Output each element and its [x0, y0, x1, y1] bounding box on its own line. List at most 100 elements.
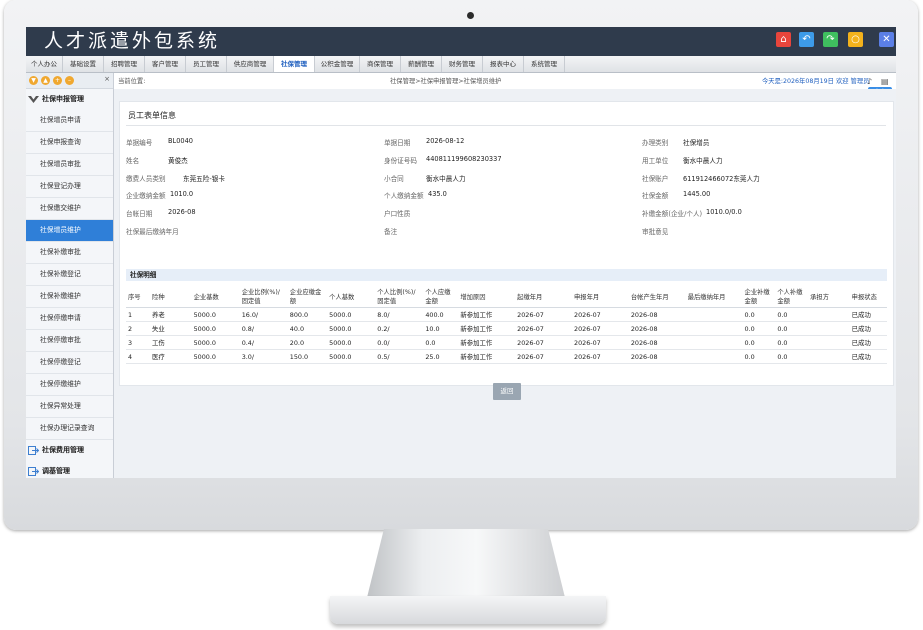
expand-icon[interactable]: ▲: [41, 76, 50, 85]
monitor-base: [330, 596, 606, 624]
sidebar-close-icon[interactable]: ×: [104, 75, 110, 83]
field-label: 单据编号: [126, 139, 153, 147]
forward-icon[interactable]: ↷: [823, 32, 838, 47]
collapse-icon[interactable]: ▼: [29, 76, 38, 85]
table-row[interactable]: 1 养老 5000.0 16.0/ 800.0 5000.0 8.0/ 400.…: [126, 307, 887, 322]
tab-employees[interactable]: 员工管理: [186, 56, 227, 72]
tab-reports[interactable]: 报表中心: [483, 56, 524, 72]
column-header: 序号: [126, 285, 151, 308]
app-screen: 人才派遣外包系统 ⌂ ↶ ↷ ○ ✕ 个人办公 基础设置 招聘管理 客户管理 员…: [26, 27, 896, 478]
field-value: 440811199608230337: [426, 155, 502, 163]
table-cell: 5000.0: [191, 321, 240, 336]
table-header-row: 序号 险种 企业基数 企业比例(%)/固定值 企业应缴金额 个人基数 个人比例(…: [126, 285, 887, 308]
column-header: 个人补缴金额: [775, 285, 809, 308]
tab-basic-settings[interactable]: 基础设置: [63, 56, 104, 72]
sidebar-group-fees[interactable]: 社保费用管理: [26, 440, 113, 461]
sidebar-item-increase-maintain[interactable]: 社保增员维护: [26, 220, 113, 242]
table-cell: 10.0: [423, 321, 459, 336]
table-cell: 5000.0: [327, 349, 376, 364]
column-header: 台帐产生年月: [628, 285, 686, 308]
bell-icon[interactable]: ♪: [867, 75, 872, 88]
return-button[interactable]: 返回: [493, 383, 521, 400]
field-value: BL0040: [168, 137, 193, 145]
sidebar-item-exception[interactable]: 社保异常处理: [26, 396, 113, 418]
table-cell: 新参加工作: [458, 321, 516, 336]
table-cell: 2026-07: [572, 349, 629, 364]
sidebar-toolbar: ▼ ▲ + – ×: [26, 73, 113, 89]
table-cell: 3: [126, 335, 151, 350]
sidebar-item-stop-maintain[interactable]: 社保停缴维护: [26, 374, 113, 396]
table-cell: 0.0: [742, 321, 776, 336]
print-icon[interactable]: ▤: [881, 75, 889, 88]
breadcrumb-path: 社保管理>社保申报管理>社保增员维护: [390, 78, 502, 85]
tab-commercial-insurance[interactable]: 商保管理: [360, 56, 401, 72]
sidebar-item-registration[interactable]: 社保登记办理: [26, 176, 113, 198]
sidebar-item-backpay-approve[interactable]: 社保补缴审批: [26, 242, 113, 264]
tab-personal[interactable]: 个人办公: [26, 56, 63, 72]
tab-social-security[interactable]: 社保管理: [274, 56, 315, 72]
table-cell: 新参加工作: [458, 335, 516, 350]
tab-recruitment[interactable]: 招聘管理: [104, 56, 145, 72]
table-cell: [685, 335, 743, 350]
date-welcome: 今天是:2026年08月19日 欢迎 管理员: [762, 78, 870, 85]
table-row[interactable]: 4 医疗 5000.0 3.0/ 150.0 5000.0 0.5/ 25.0 …: [126, 349, 887, 364]
sidebar-item-increase-apply[interactable]: 社保增员申请: [26, 110, 113, 132]
table-row[interactable]: 3 工伤 5000.0 0.4/ 20.0 5000.0 0.0/ 0.0 新参…: [126, 335, 887, 350]
tab-suppliers[interactable]: 供应商管理: [227, 56, 274, 72]
field-label: 审批意见: [642, 228, 669, 236]
table-cell: [808, 307, 850, 322]
table-cell: 0.0: [742, 349, 776, 364]
sidebar-item-backpay-maintain[interactable]: 社保补缴维护: [26, 286, 113, 308]
sidebar-item-payment-maintain[interactable]: 社保缴交维护: [26, 198, 113, 220]
sidebar-group-base-adjust[interactable]: 调基管理: [26, 461, 113, 478]
column-header: 个人应缴金额: [423, 285, 459, 308]
table-cell: 医疗: [150, 349, 192, 364]
sidebar-group-label: 社保申报管理: [42, 95, 84, 103]
table-row[interactable]: 2 失业 5000.0 0.8/ 40.0 5000.0 0.2/ 10.0 新…: [126, 321, 887, 336]
field-label: 台帐日期: [126, 210, 153, 218]
field-label: 户口性质: [384, 210, 411, 218]
sidebar-item-declaration-query[interactable]: 社保申报查询: [26, 132, 113, 154]
field-value: 2026-08-12: [426, 137, 465, 145]
field-value: 1445.00: [683, 190, 711, 198]
tab-finance[interactable]: 财务管理: [442, 56, 483, 72]
field-label: 用工单位: [642, 157, 669, 165]
minus-icon[interactable]: –: [65, 76, 74, 85]
column-header: 最后缴纳年月: [685, 285, 743, 308]
home-icon[interactable]: ⌂: [776, 32, 791, 47]
back-icon[interactable]: ↶: [799, 32, 814, 47]
tab-system[interactable]: 系统管理: [524, 56, 565, 72]
plus-icon[interactable]: +: [53, 76, 62, 85]
table-cell: 0.5/: [375, 349, 424, 364]
sidebar-item-stop-approve[interactable]: 社保停缴审批: [26, 330, 113, 352]
sidebar-item-stop-apply[interactable]: 社保停缴申请: [26, 308, 113, 330]
divider: [126, 125, 886, 126]
table-cell: [685, 321, 743, 336]
close-icon[interactable]: ✕: [879, 32, 894, 47]
column-header: 险种: [150, 285, 192, 308]
table-cell: 2026-08: [628, 335, 686, 350]
sidebar-group-declaration[interactable]: 社保申报管理: [26, 89, 113, 110]
field-value: 黄俊杰: [168, 157, 188, 165]
detail-section-title: 社保明细: [126, 269, 887, 281]
table-cell: 2026-07: [572, 335, 629, 350]
field-label: 姓名: [126, 157, 140, 165]
table-cell: 5000.0: [327, 321, 376, 336]
tab-housing-fund[interactable]: 公积金管理: [315, 56, 360, 72]
sidebar-item-stop-register[interactable]: 社保停缴登记: [26, 352, 113, 374]
tab-customers[interactable]: 客户管理: [145, 56, 186, 72]
table-cell: 0.4/: [239, 335, 288, 350]
breadcrumb-label: 当前位置:: [118, 78, 146, 85]
field-label: 备注: [384, 228, 398, 236]
sidebar-item-backpay-register[interactable]: 社保补缴登记: [26, 264, 113, 286]
table-cell: 0.2/: [375, 321, 424, 336]
sidebar-item-records-query[interactable]: 社保办理记录查询: [26, 418, 113, 440]
sidebar-item-increase-approve[interactable]: 社保增员审批: [26, 154, 113, 176]
detail-table: 序号 险种 企业基数 企业比例(%)/固定值 企业应缴金额 个人基数 个人比例(…: [126, 285, 887, 364]
table-cell: [808, 349, 850, 364]
tab-payroll[interactable]: 薪酬管理: [401, 56, 442, 72]
field-value: 2026-08: [168, 208, 196, 216]
table-cell: 2026-07: [515, 307, 572, 322]
table-cell: 2: [126, 321, 151, 336]
lightbulb-icon[interactable]: ○: [848, 32, 863, 47]
